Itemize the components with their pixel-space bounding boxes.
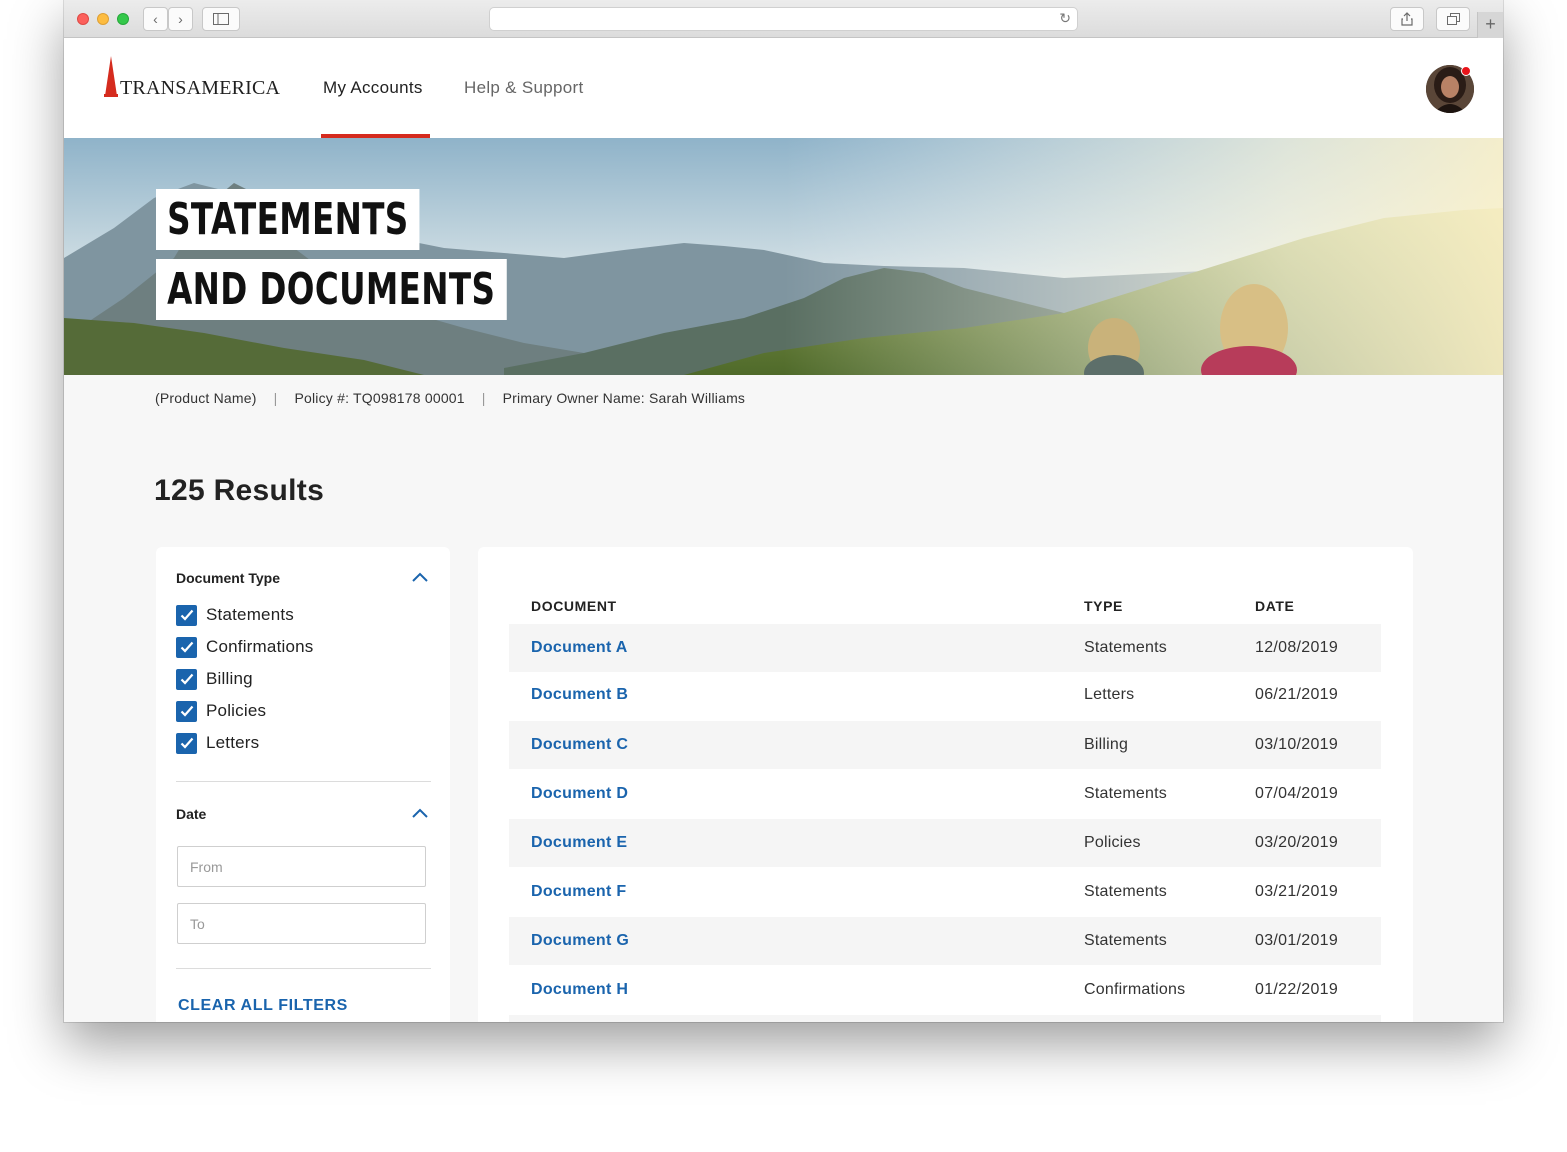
table-row[interactable]: Document E Policies 03/20/2019 [509, 819, 1381, 867]
nav-help-support[interactable]: Help & Support [464, 78, 584, 98]
results-count: 125 Results [154, 474, 325, 507]
separator: | [273, 390, 278, 406]
document-date: 07/04/2019 [1255, 785, 1339, 802]
checkbox-letters[interactable]: Letters [176, 732, 259, 754]
checkbox-billing[interactable]: Billing [176, 668, 253, 690]
checkbox-checked-icon[interactable] [176, 668, 197, 690]
document-type: Statements [1084, 785, 1167, 802]
checkbox-label: Confirmations [206, 637, 314, 656]
checkbox-checked-icon[interactable] [176, 636, 197, 658]
browser-window: ‹ › ↻ + TRANSAMERICA My Accounts Help & … [64, 0, 1503, 1022]
document-date: 03/01/2019 [1255, 932, 1339, 949]
close-window-button[interactable] [77, 13, 89, 25]
document-type: Policies [1084, 834, 1141, 851]
checkbox-label: Billing [206, 669, 253, 688]
table-row[interactable] [509, 1015, 1381, 1022]
divider [176, 781, 431, 782]
date-heading: Date [176, 806, 207, 822]
checkbox-checked-icon[interactable] [176, 732, 197, 754]
column-header-document[interactable]: DOCUMENT [531, 598, 617, 614]
checkbox-label: Policies [206, 701, 267, 720]
new-tab-icon[interactable]: + [1477, 12, 1503, 38]
document-type: Statements [1084, 883, 1167, 900]
nav-my-accounts[interactable]: My Accounts [323, 78, 423, 98]
share-icon[interactable] [1390, 7, 1424, 31]
document-date: 03/21/2019 [1255, 883, 1339, 900]
checkbox-policies[interactable]: Policies [176, 700, 266, 722]
document-date: 03/20/2019 [1255, 834, 1339, 851]
chevron-up-icon[interactable] [411, 804, 429, 822]
checkbox-checked-icon[interactable] [176, 700, 197, 722]
checkbox-checked-icon[interactable] [176, 604, 197, 626]
document-type: Confirmations [1084, 981, 1186, 998]
policy-number: Policy #: TQ098178 00001 [294, 390, 465, 406]
page-title-line-1: STATEMENTS [156, 189, 420, 250]
mountain-landscape-image [64, 138, 1503, 375]
document-date: 01/22/2019 [1255, 981, 1339, 998]
document-link[interactable]: Document D [531, 785, 628, 803]
table-row[interactable]: Document C Billing 03/10/2019 [509, 721, 1381, 769]
document-link[interactable]: Document F [531, 883, 626, 901]
checkbox-statements[interactable]: Statements [176, 604, 294, 626]
document-type-heading: Document Type [176, 570, 280, 586]
date-to-field[interactable] [177, 903, 426, 944]
document-date: 03/10/2019 [1255, 736, 1339, 753]
document-type: Statements [1084, 639, 1167, 656]
checkbox-label: Statements [206, 605, 294, 624]
back-arrow-icon[interactable]: ‹ [143, 7, 168, 31]
date-from-field[interactable] [177, 846, 426, 887]
address-bar[interactable]: ↻ [489, 7, 1078, 31]
document-type: Billing [1084, 736, 1129, 753]
tabs-overview-icon[interactable] [1436, 7, 1470, 31]
document-link[interactable]: Document B [531, 686, 628, 704]
table-row[interactable]: Document H Confirmations 01/22/2019 [509, 966, 1381, 1014]
reload-icon[interactable]: ↻ [1059, 10, 1071, 27]
document-type: Statements [1084, 932, 1167, 949]
table-row[interactable]: Document B Letters 06/21/2019 [509, 671, 1381, 719]
sidebar-toggle-icon[interactable] [202, 7, 240, 31]
document-link[interactable]: Document E [531, 834, 627, 852]
table-row[interactable]: Document A Statements 12/08/2019 [509, 624, 1381, 672]
forward-arrow-icon[interactable]: › [168, 7, 193, 31]
document-link[interactable]: Document H [531, 981, 628, 999]
document-link[interactable]: Document C [531, 736, 628, 754]
minimize-window-button[interactable] [97, 13, 109, 25]
table-row[interactable]: Document F Statements 03/21/2019 [509, 868, 1381, 916]
table-row[interactable]: Document D Statements 07/04/2019 [509, 770, 1381, 818]
primary-owner-name: Primary Owner Name: Sarah Williams [502, 390, 746, 406]
column-header-date[interactable]: DATE [1255, 598, 1294, 614]
document-link[interactable]: Document G [531, 932, 629, 950]
product-name: (Product Name) [155, 390, 257, 406]
document-date: 12/08/2019 [1255, 639, 1339, 656]
clear-all-filters-link[interactable]: CLEAR ALL FILTERS [178, 997, 348, 1015]
browser-toolbar: ‹ › ↻ + [64, 0, 1503, 38]
divider [176, 968, 431, 969]
chevron-up-icon[interactable] [411, 568, 429, 586]
transamerica-pyramid-logo[interactable] [104, 56, 118, 100]
notification-badge [1461, 66, 1471, 76]
site-header: TRANSAMERICA My Accounts Help & Support [64, 38, 1503, 138]
checkbox-label: Letters [206, 733, 260, 752]
brand-wordmark[interactable]: TRANSAMERICA [120, 77, 280, 100]
checkbox-confirmations[interactable]: Confirmations [176, 636, 313, 658]
zoom-window-button[interactable] [117, 13, 129, 25]
column-header-type[interactable]: TYPE [1084, 598, 1123, 614]
page-title-line-2: AND DOCUMENTS [156, 259, 507, 320]
document-date: 06/21/2019 [1255, 686, 1339, 703]
documents-table: DOCUMENT TYPE DATE Document A Statements… [478, 547, 1413, 1022]
policy-info-bar: (Product Name) | Policy #: TQ098178 00001 |… [155, 390, 745, 406]
document-type: Letters [1084, 686, 1135, 703]
table-row[interactable]: Document G Statements 03/01/2019 [509, 917, 1381, 965]
filter-panel: Document Type Statements Confirmations B… [156, 547, 450, 1022]
document-link[interactable]: Document A [531, 639, 628, 657]
hero-banner: STATEMENTS AND DOCUMENTS [64, 138, 1503, 375]
separator: | [481, 390, 486, 406]
